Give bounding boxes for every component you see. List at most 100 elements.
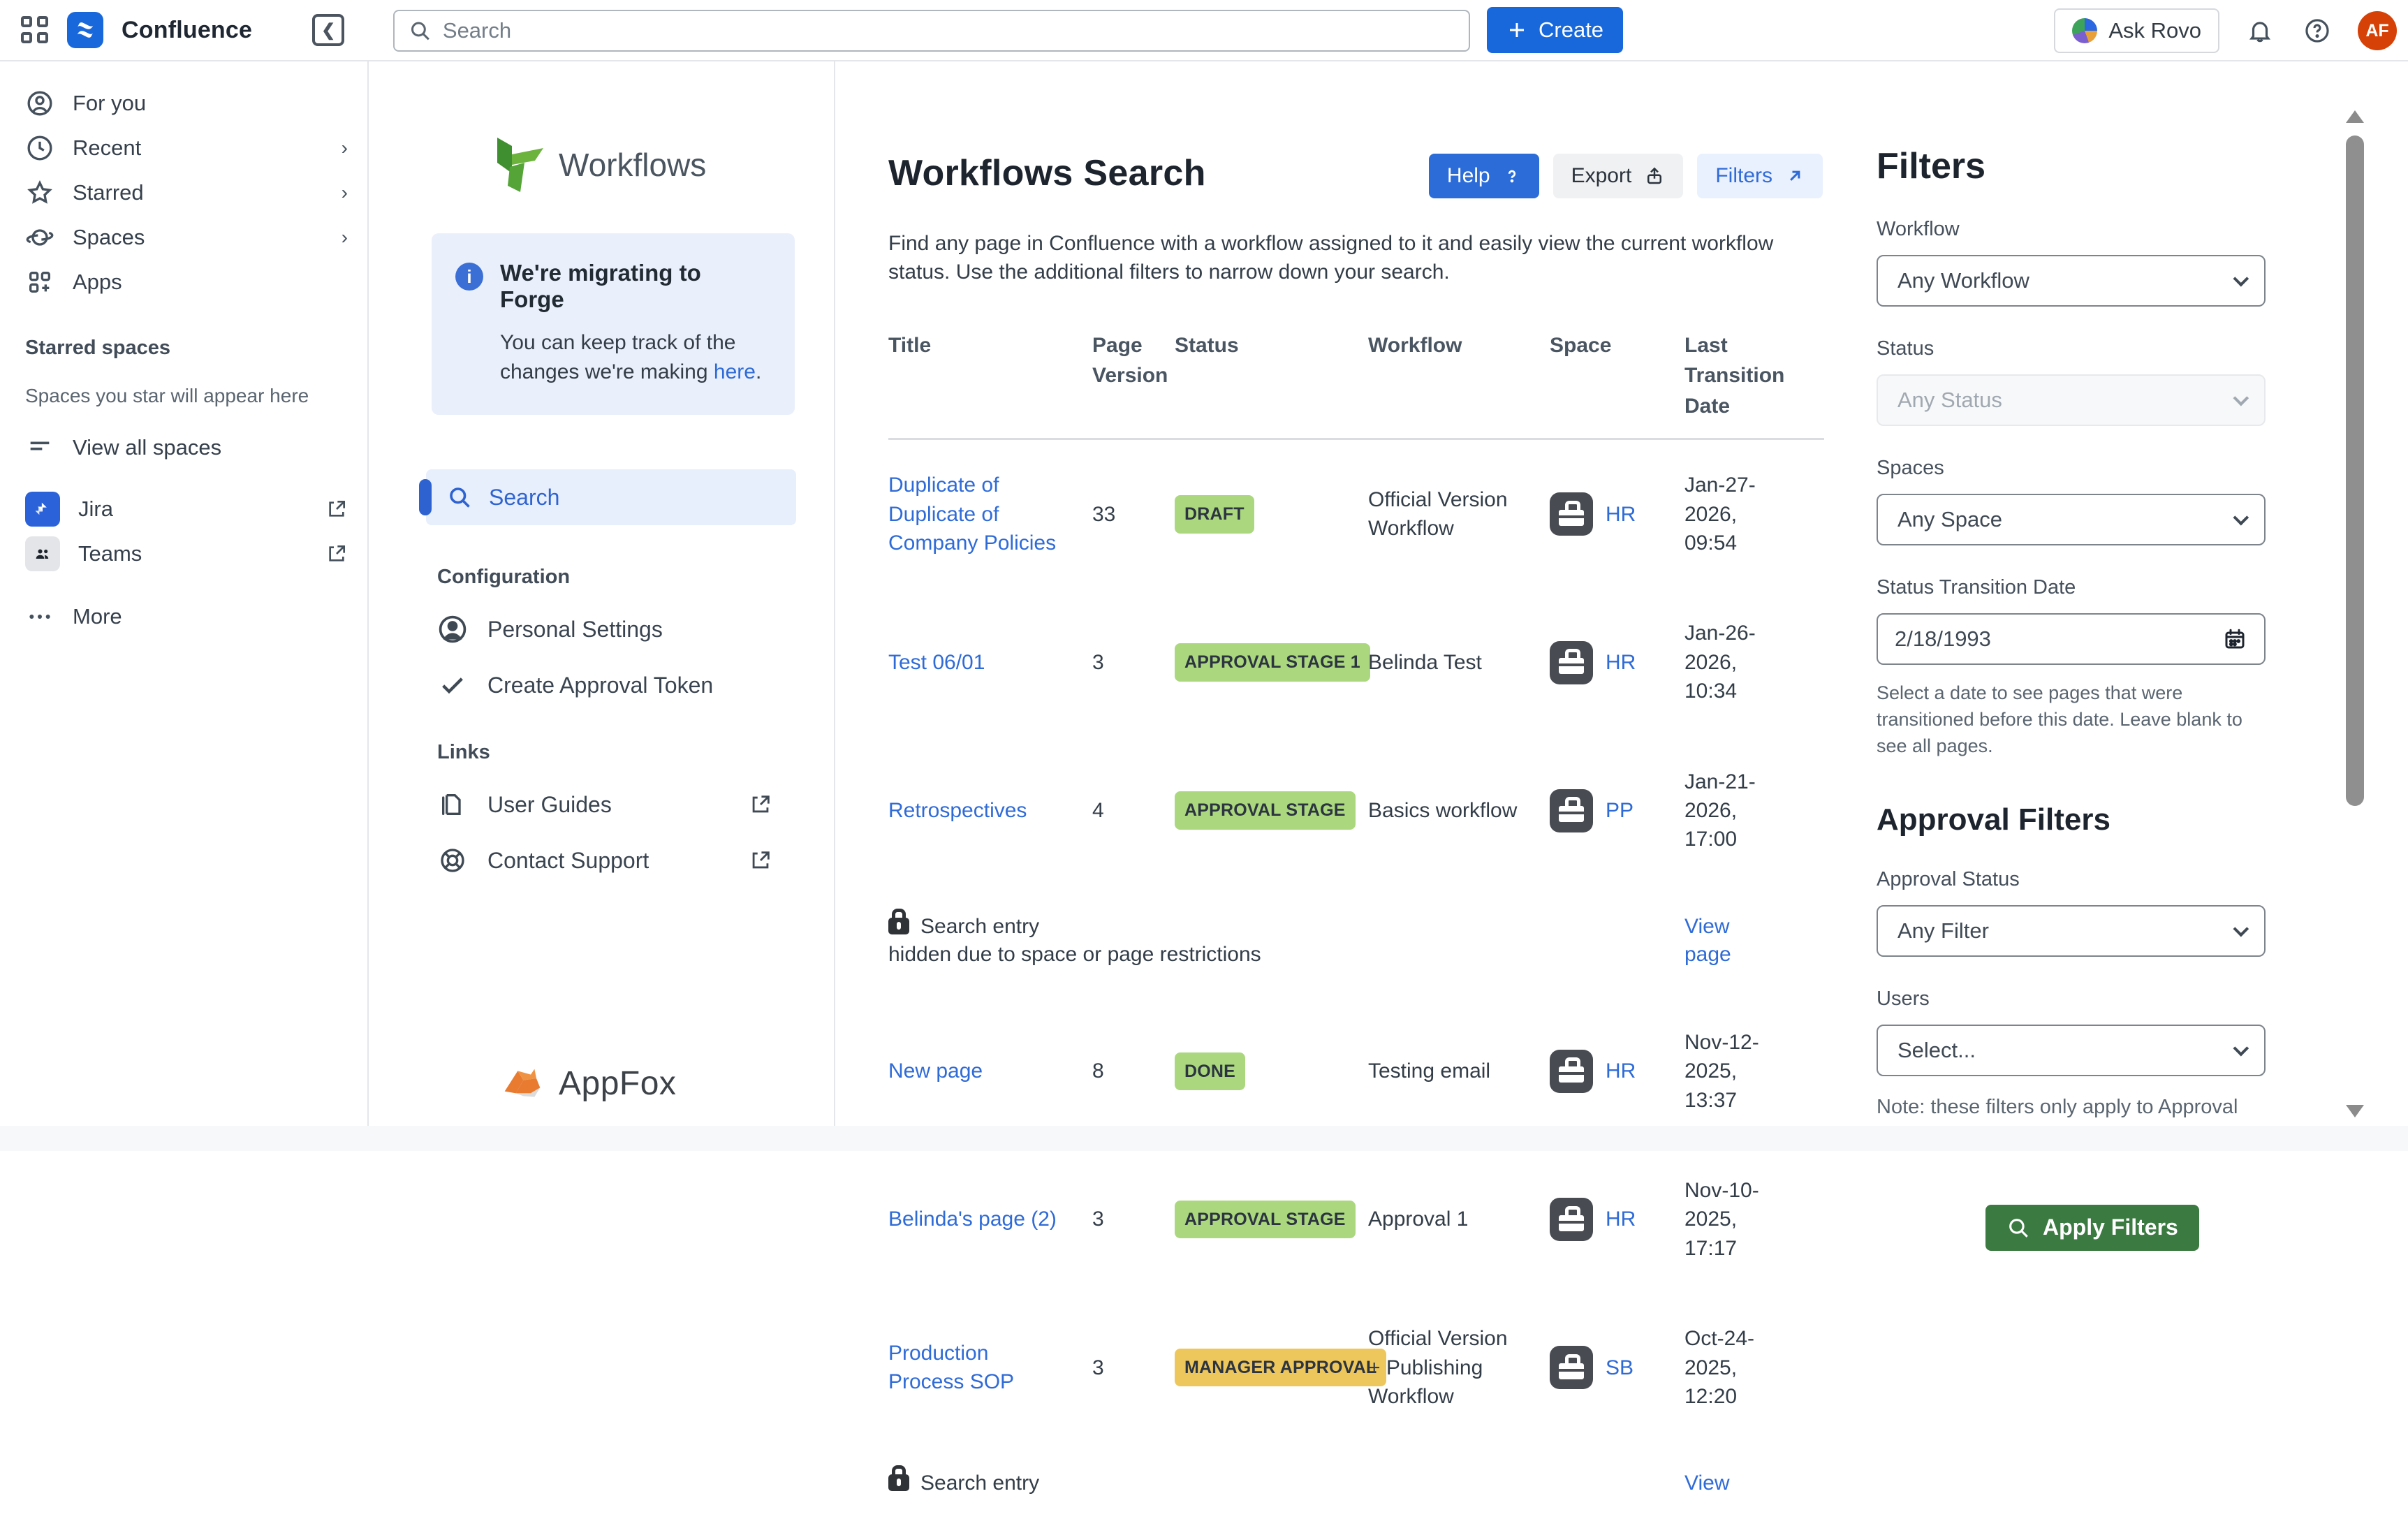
last-transition-date: Oct-24-2025, 12:20: [1684, 1324, 1796, 1411]
planet-icon: [25, 223, 54, 252]
list-icon: [25, 433, 54, 462]
space-link[interactable]: PP: [1606, 796, 1634, 825]
status-badge: DONE: [1175, 1052, 1245, 1091]
top-bar: Confluence ❮ Create Ask Rovo AF: [0, 0, 2408, 61]
search-icon: [2006, 1216, 2030, 1240]
appnav-item-personal-settings[interactable]: Personal Settings: [437, 614, 772, 645]
scrollbar[interactable]: [2341, 105, 2369, 1124]
appfox-logo-text: AppFox: [559, 1064, 676, 1103]
banner-here-link[interactable]: here: [714, 360, 756, 383]
filters-button[interactable]: Filters: [1697, 154, 1823, 198]
export-button[interactable]: Export: [1553, 154, 1684, 198]
approval-status-select[interactable]: Any Filter: [1877, 905, 2266, 957]
help-question-icon[interactable]: [2300, 14, 2334, 47]
lock-icon: [888, 918, 909, 934]
status-badge: APPROVAL STAGE: [1175, 1201, 1356, 1239]
workflow-filter-select[interactable]: Any Workflow: [1877, 255, 2266, 307]
space-icon: [1550, 1050, 1593, 1093]
table-row: Retrospectives 4 APPROVAL STAGE Basics w…: [888, 737, 1824, 885]
starred-spaces-header: Starred spaces: [0, 305, 367, 360]
global-search[interactable]: [393, 10, 1470, 52]
sidebar-item-teams[interactable]: Teams: [0, 531, 367, 576]
view-all-spaces[interactable]: View all spaces: [0, 425, 367, 470]
appnav-item-label: Create Approval Token: [487, 673, 772, 698]
space-icon: [1550, 1346, 1593, 1389]
avatar[interactable]: AF: [2358, 11, 2397, 50]
space-icon: [1550, 789, 1593, 832]
last-transition-date: Nov-12-2025, 13:37: [1684, 1028, 1796, 1115]
page-title-link[interactable]: Test 06/01: [888, 651, 985, 674]
page-version: 3: [1092, 648, 1175, 677]
space-link[interactable]: HR: [1606, 500, 1636, 529]
appnav-item-search[interactable]: Search: [426, 469, 796, 525]
column-header: Space: [1550, 330, 1684, 361]
last-transition-date: Nov-10-2025, 17:17: [1684, 1176, 1796, 1263]
sidebar-item-apps[interactable]: Apps: [0, 260, 367, 305]
chevron-right-icon[interactable]: ›: [342, 137, 348, 159]
appnav-item-contact-support[interactable]: Contact Support: [437, 845, 772, 876]
workflows-logo-text: Workflows: [559, 146, 706, 184]
table-row: Belinda's page (2) 3 APPROVAL STAGE Appr…: [888, 1145, 1824, 1293]
transition-date-field[interactable]: [1895, 626, 2222, 652]
users-filter-label: Users: [1877, 988, 2296, 1011]
last-transition-date: Jan-27-2026, 09:54: [1684, 471, 1796, 557]
space-link[interactable]: SB: [1606, 1353, 1634, 1382]
column-header: Last Transition Date: [1684, 330, 1796, 422]
view-page-link[interactable]: View page: [1684, 915, 1731, 967]
scrollbar-thumb[interactable]: [2346, 135, 2364, 806]
page-title-link[interactable]: Duplicate of Duplicate of Company Polici…: [888, 474, 1056, 555]
scroll-up-arrow-icon[interactable]: [2346, 110, 2364, 123]
sidebar-item-starred[interactable]: Starred ›: [0, 170, 367, 215]
spaces-filter-label: Spaces: [1877, 457, 2296, 480]
sidebar-item-spaces[interactable]: Spaces ›: [0, 215, 367, 260]
spaces-filter-select[interactable]: Any Space: [1877, 494, 2266, 545]
sidebar-item-more[interactable]: More: [0, 594, 367, 639]
table-header-row: Title Page Version Status Workflow Space…: [888, 330, 1824, 441]
page-version: 4: [1092, 796, 1175, 825]
configuration-header: Configuration: [437, 566, 834, 589]
apply-filters-button[interactable]: Apply Filters: [1985, 1205, 2199, 1251]
search-icon: [409, 19, 432, 43]
app-switcher-icon[interactable]: [21, 16, 49, 44]
approval-filters-header: Approval Filters: [1877, 802, 2296, 837]
global-search-input[interactable]: [443, 18, 1455, 43]
column-header: Page Version: [1092, 330, 1175, 391]
appnav-item-create-approval-token[interactable]: Create Approval Token: [437, 670, 772, 700]
space-link[interactable]: HR: [1606, 1057, 1636, 1085]
space-link[interactable]: HR: [1606, 1205, 1636, 1233]
chevron-down-icon: [2233, 271, 2249, 287]
search-icon: [447, 485, 472, 510]
calendar-icon[interactable]: [2222, 626, 2247, 652]
page-title-link[interactable]: Retrospectives: [888, 799, 1027, 822]
page-title-link[interactable]: Belinda's page (2): [888, 1208, 1057, 1231]
view-page-link[interactable]: View: [1684, 1472, 1729, 1495]
checkmark-icon: [437, 670, 468, 700]
sidebar-item-for-you[interactable]: For you: [0, 81, 367, 126]
ask-rovo-button[interactable]: Ask Rovo: [2054, 8, 2219, 53]
filters-panel: Filters Workflow Any Workflow Status Any…: [1877, 61, 2296, 1126]
scroll-down-arrow-icon[interactable]: [2346, 1105, 2364, 1117]
collapse-sidebar-icon[interactable]: ❮: [312, 14, 344, 46]
sidebar-item-jira[interactable]: Jira: [0, 487, 367, 531]
workflow-name: Belinda Test: [1368, 648, 1550, 677]
space-icon: [1550, 1198, 1593, 1241]
space-link[interactable]: HR: [1606, 648, 1636, 677]
page-title-link[interactable]: Production Process SOP: [888, 1342, 1014, 1393]
page-title-link[interactable]: New page: [888, 1059, 983, 1083]
help-button[interactable]: Help: [1429, 154, 1539, 198]
confluence-logo[interactable]: [67, 12, 103, 48]
chevron-right-icon[interactable]: ›: [342, 226, 348, 249]
notifications-bell-icon[interactable]: [2243, 14, 2277, 47]
users-filter-select[interactable]: Select...: [1877, 1025, 2266, 1076]
create-button[interactable]: Create: [1487, 7, 1623, 53]
column-header: Workflow: [1368, 330, 1550, 361]
chevron-down-icon: [2233, 390, 2249, 406]
sidebar-item-recent[interactable]: Recent ›: [0, 126, 367, 170]
restricted-row: Search entry View: [888, 1441, 1824, 1526]
apps-grid-icon: [25, 267, 54, 297]
teams-icon: [25, 536, 60, 571]
transition-date-input[interactable]: [1877, 613, 2266, 665]
appnav-item-user-guides[interactable]: User Guides: [437, 789, 772, 820]
chevron-right-icon[interactable]: ›: [342, 182, 348, 204]
workflow-name: Approval 1: [1368, 1205, 1550, 1233]
